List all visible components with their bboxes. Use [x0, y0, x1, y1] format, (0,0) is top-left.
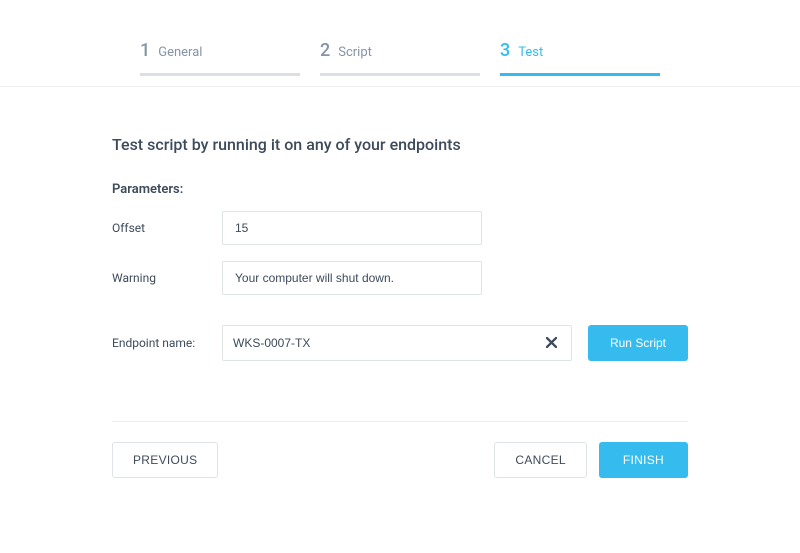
footer-right: CANCEL FINISH	[494, 442, 688, 478]
page-title: Test script by running it on any of your…	[112, 135, 688, 154]
step-label: Test	[518, 45, 543, 60]
offset-input[interactable]	[222, 211, 482, 245]
stepper: 1 General 2 Script 3 Test	[0, 0, 800, 87]
param-row-offset: Offset	[112, 211, 688, 245]
endpoint-label: Endpoint name:	[112, 336, 222, 350]
param-label: Warning	[112, 271, 222, 285]
step-general[interactable]: 1 General	[140, 40, 300, 76]
finish-button[interactable]: FINISH	[599, 442, 688, 478]
step-script[interactable]: 2 Script	[320, 40, 480, 76]
clear-endpoint-button[interactable]	[542, 332, 561, 355]
step-test[interactable]: 3 Test	[500, 40, 660, 76]
cancel-button[interactable]: CANCEL	[494, 442, 586, 478]
param-row-warning: Warning	[112, 261, 688, 295]
endpoint-row: Endpoint name: Run Script	[112, 325, 688, 361]
endpoint-input[interactable]	[233, 336, 542, 350]
step-number: 3	[500, 40, 510, 61]
run-script-button[interactable]: Run Script	[588, 325, 688, 361]
step-bar	[320, 73, 480, 76]
step-number: 1	[140, 40, 150, 61]
step-label: General	[158, 45, 202, 60]
endpoint-input-wrap	[222, 325, 572, 361]
param-label: Offset	[112, 221, 222, 235]
close-icon	[546, 336, 557, 351]
step-bar	[500, 73, 660, 76]
step-bar	[140, 73, 300, 76]
parameters-heading: Parameters:	[112, 182, 688, 197]
step-label: Script	[338, 45, 372, 60]
previous-button[interactable]: PREVIOUS	[112, 442, 218, 478]
footer: PREVIOUS CANCEL FINISH	[112, 421, 688, 478]
content-area: Test script by running it on any of your…	[0, 87, 800, 361]
warning-input[interactable]	[222, 261, 482, 295]
step-number: 2	[320, 40, 330, 61]
